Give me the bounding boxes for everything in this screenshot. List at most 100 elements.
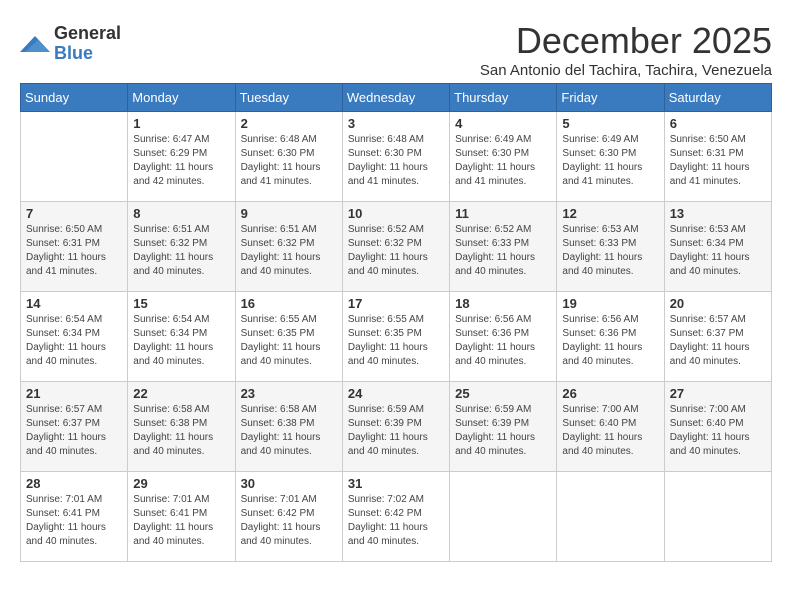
day-number: 24 <box>348 386 444 401</box>
calendar-cell: 28Sunrise: 7:01 AM Sunset: 6:41 PM Dayli… <box>21 472 128 562</box>
calendar-cell: 7 Sunrise: 6:50 AM Sunset: 6:31 PM Daylig… <box>21 202 128 292</box>
day-info: Sunrise: 6:51 AM Sunset: 6:32 PM Dayligh… <box>241 223 337 279</box>
day-info: Sunrise: 6:50 AM Sunset: 6:31 PM Dayligh… <box>670 133 766 189</box>
day-info: Sunrise: 7:02 AM Sunset: 6:42 PM Dayligh… <box>348 493 444 549</box>
weekday-header-friday: Friday <box>557 84 664 112</box>
calendar-week-row: 14 Sunrise: 6:54 AM Sunset: 6:34 PM Dayli… <box>21 292 772 382</box>
day-number: 22 <box>133 386 229 401</box>
weekday-header-monday: Monday <box>128 84 235 112</box>
day-info: Sunrise: 6:54 AM Sunset: 6:34 PM Dayligh… <box>133 313 229 369</box>
day-number: 31 <box>348 476 444 491</box>
calendar-cell: 21 Sunrise: 6:57 AM Sunset: 6:37 PM Dayli… <box>21 382 128 472</box>
day-info: Sunrise: 6:58 AM Sunset: 6:38 PM Dayligh… <box>241 403 337 459</box>
day-info: Sunrise: 6:52 AM Sunset: 6:33 PM Dayligh… <box>455 223 551 279</box>
calendar-cell <box>557 472 664 562</box>
day-number: 14 <box>26 296 122 311</box>
weekday-header-sunday: Sunday <box>21 84 128 112</box>
day-number: 30 <box>241 476 337 491</box>
day-info: Sunrise: 6:55 AM Sunset: 6:35 PM Dayligh… <box>348 313 444 369</box>
calendar-week-row: 28Sunrise: 7:01 AM Sunset: 6:41 PM Dayli… <box>21 472 772 562</box>
calendar-cell: 30 Sunrise: 7:01 AM Sunset: 6:42 PM Dayli… <box>235 472 342 562</box>
calendar-week-row: 21 Sunrise: 6:57 AM Sunset: 6:37 PM Dayli… <box>21 382 772 472</box>
calendar-cell: 9 Sunrise: 6:51 AM Sunset: 6:32 PM Daylig… <box>235 202 342 292</box>
day-number: 8 <box>133 206 229 221</box>
weekday-header-wednesday: Wednesday <box>342 84 449 112</box>
day-info: Sunrise: 6:59 AM Sunset: 6:39 PM Dayligh… <box>455 403 551 459</box>
day-number: 2 <box>241 116 337 131</box>
day-number: 26 <box>562 386 658 401</box>
day-info: Sunrise: 7:01 AM Sunset: 6:41 PM Dayligh… <box>26 493 122 549</box>
page-header: General Blue December 2025 San Antonio d… <box>20 20 772 79</box>
day-info: Sunrise: 6:48 AM Sunset: 6:30 PM Dayligh… <box>241 133 337 189</box>
day-number: 16 <box>241 296 337 311</box>
calendar-cell: 2 Sunrise: 6:48 AM Sunset: 6:30 PM Daylig… <box>235 112 342 202</box>
day-number: 4 <box>455 116 551 131</box>
day-info: Sunrise: 6:56 AM Sunset: 6:36 PM Dayligh… <box>562 313 658 369</box>
day-number: 5 <box>562 116 658 131</box>
calendar-week-row: 1 Sunrise: 6:47 AM Sunset: 6:29 PM Daylig… <box>21 112 772 202</box>
day-info: Sunrise: 6:52 AM Sunset: 6:32 PM Dayligh… <box>348 223 444 279</box>
day-number: 25 <box>455 386 551 401</box>
calendar-cell: 17Sunrise: 6:55 AM Sunset: 6:35 PM Dayli… <box>342 292 449 382</box>
calendar-cell: 1 Sunrise: 6:47 AM Sunset: 6:29 PM Daylig… <box>128 112 235 202</box>
calendar-cell: 25 Sunrise: 6:59 AM Sunset: 6:39 PM Dayli… <box>450 382 557 472</box>
day-number: 9 <box>241 206 337 221</box>
day-info: Sunrise: 6:57 AM Sunset: 6:37 PM Dayligh… <box>26 403 122 459</box>
logo-general-text: General <box>54 23 121 43</box>
day-info: Sunrise: 6:48 AM Sunset: 6:30 PM Dayligh… <box>348 133 444 189</box>
weekday-header-thursday: Thursday <box>450 84 557 112</box>
day-number: 27 <box>670 386 766 401</box>
weekday-header-saturday: Saturday <box>664 84 771 112</box>
calendar-cell: 8 Sunrise: 6:51 AM Sunset: 6:32 PM Daylig… <box>128 202 235 292</box>
day-info: Sunrise: 6:50 AM Sunset: 6:31 PM Dayligh… <box>26 223 122 279</box>
day-info: Sunrise: 7:00 AM Sunset: 6:40 PM Dayligh… <box>562 403 658 459</box>
day-number: 18 <box>455 296 551 311</box>
calendar-cell: 6Sunrise: 6:50 AM Sunset: 6:31 PM Daylig… <box>664 112 771 202</box>
day-info: Sunrise: 6:55 AM Sunset: 6:35 PM Dayligh… <box>241 313 337 369</box>
day-number: 10 <box>348 206 444 221</box>
day-number: 21 <box>26 386 122 401</box>
day-number: 1 <box>133 116 229 131</box>
logo-blue-text: Blue <box>54 43 93 63</box>
calendar-cell: 22 Sunrise: 6:58 AM Sunset: 6:38 PM Dayli… <box>128 382 235 472</box>
calendar-cell: 31 Sunrise: 7:02 AM Sunset: 6:42 PM Dayli… <box>342 472 449 562</box>
calendar-cell <box>664 472 771 562</box>
day-number: 7 <box>26 206 122 221</box>
calendar-cell: 14 Sunrise: 6:54 AM Sunset: 6:34 PM Dayli… <box>21 292 128 382</box>
calendar-cell: 23 Sunrise: 6:58 AM Sunset: 6:38 PM Dayli… <box>235 382 342 472</box>
calendar-cell: 4 Sunrise: 6:49 AM Sunset: 6:30 PM Daylig… <box>450 112 557 202</box>
day-info: Sunrise: 7:01 AM Sunset: 6:42 PM Dayligh… <box>241 493 337 549</box>
day-info: Sunrise: 6:49 AM Sunset: 6:30 PM Dayligh… <box>455 133 551 189</box>
day-info: Sunrise: 6:58 AM Sunset: 6:38 PM Dayligh… <box>133 403 229 459</box>
day-number: 20 <box>670 296 766 311</box>
day-number: 23 <box>241 386 337 401</box>
title-block: December 2025 San Antonio del Tachira, T… <box>480 20 772 79</box>
day-info: Sunrise: 6:53 AM Sunset: 6:34 PM Dayligh… <box>670 223 766 279</box>
day-info: Sunrise: 6:53 AM Sunset: 6:33 PM Dayligh… <box>562 223 658 279</box>
calendar-week-row: 7 Sunrise: 6:50 AM Sunset: 6:31 PM Daylig… <box>21 202 772 292</box>
day-info: Sunrise: 6:59 AM Sunset: 6:39 PM Dayligh… <box>348 403 444 459</box>
weekday-header-row: SundayMondayTuesdayWednesdayThursdayFrid… <box>21 84 772 112</box>
day-number: 3 <box>348 116 444 131</box>
calendar-cell: 11Sunrise: 6:52 AM Sunset: 6:33 PM Dayli… <box>450 202 557 292</box>
calendar-cell: 10 Sunrise: 6:52 AM Sunset: 6:32 PM Dayli… <box>342 202 449 292</box>
day-info: Sunrise: 6:51 AM Sunset: 6:32 PM Dayligh… <box>133 223 229 279</box>
calendar-cell <box>21 112 128 202</box>
day-info: Sunrise: 6:57 AM Sunset: 6:37 PM Dayligh… <box>670 313 766 369</box>
calendar-table: SundayMondayTuesdayWednesdayThursdayFrid… <box>20 83 772 562</box>
day-info: Sunrise: 6:47 AM Sunset: 6:29 PM Dayligh… <box>133 133 229 189</box>
day-info: Sunrise: 7:01 AM Sunset: 6:41 PM Dayligh… <box>133 493 229 549</box>
location-title: San Antonio del Tachira, Tachira, Venezu… <box>480 62 772 79</box>
day-number: 29 <box>133 476 229 491</box>
calendar-cell: 26 Sunrise: 7:00 AM Sunset: 6:40 PM Dayli… <box>557 382 664 472</box>
calendar-cell: 20 Sunrise: 6:57 AM Sunset: 6:37 PM Dayli… <box>664 292 771 382</box>
calendar-cell: 18Sunrise: 6:56 AM Sunset: 6:36 PM Dayli… <box>450 292 557 382</box>
day-number: 19 <box>562 296 658 311</box>
day-number: 13 <box>670 206 766 221</box>
day-number: 12 <box>562 206 658 221</box>
day-info: Sunrise: 7:00 AM Sunset: 6:40 PM Dayligh… <box>670 403 766 459</box>
calendar-cell: 16 Sunrise: 6:55 AM Sunset: 6:35 PM Dayli… <box>235 292 342 382</box>
weekday-header-tuesday: Tuesday <box>235 84 342 112</box>
day-info: Sunrise: 6:54 AM Sunset: 6:34 PM Dayligh… <box>26 313 122 369</box>
calendar-cell: 24 Sunrise: 6:59 AM Sunset: 6:39 PM Dayli… <box>342 382 449 472</box>
